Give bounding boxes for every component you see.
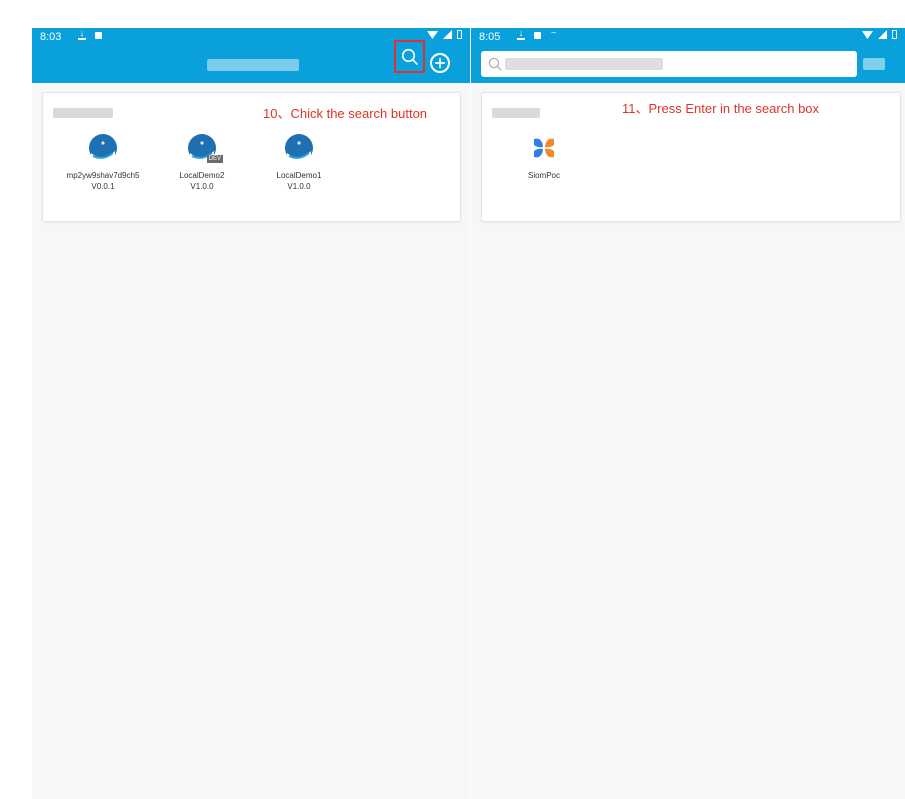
- app-version: V0.0.1: [91, 182, 115, 191]
- cancel-button[interactable]: [863, 58, 885, 70]
- group-title: [53, 108, 113, 118]
- app-version: V1.0.0: [287, 182, 311, 191]
- signal-icon: [443, 30, 452, 39]
- step-annotation: 11、Press Enter in the search box: [622, 101, 820, 116]
- app-name: LocalDemo1: [276, 171, 322, 180]
- app-name: mp2yw9shav7d9ch5: [66, 171, 140, 180]
- search-results-card: 11、Press Enter in the search box SiomPoc: [481, 92, 901, 222]
- status-bar: 8:05 ↓ ⌔: [471, 28, 905, 47]
- search-query-text: [505, 58, 663, 70]
- add-circle-icon: [435, 58, 445, 68]
- battery-icon: [892, 30, 897, 39]
- app-logo-icon: DEV: [187, 133, 223, 163]
- group-title: [492, 108, 540, 118]
- app-toolbar: [32, 40, 470, 83]
- wifi-icon: [427, 31, 438, 39]
- page-title: [207, 59, 299, 71]
- app-list-card: 10、Chick the search button mp2yw9shav7d9…: [42, 92, 461, 222]
- download-icon: ↓: [78, 28, 86, 40]
- step-annotation: 10、Chick the search button: [263, 106, 428, 121]
- right-screen: 8:05 ↓ ⌔ 11、Press Enter in the search bo…: [471, 28, 905, 799]
- app-name: SiomPoc: [527, 171, 560, 180]
- add-button[interactable]: [430, 53, 450, 73]
- siompoc-logo-icon: [529, 133, 559, 163]
- signal-icon: [878, 30, 887, 39]
- download-icon: ↓: [517, 28, 525, 40]
- app-version: V1.0.0: [190, 182, 214, 191]
- dev-badge: DEV: [206, 155, 223, 163]
- battery-icon: [457, 30, 462, 39]
- app-item[interactable]: DEV LocalDemo2 V1.0.0: [162, 133, 242, 192]
- app-logo-icon: [88, 133, 118, 163]
- search-button[interactable]: [394, 40, 425, 73]
- wifi-icon: [862, 31, 873, 39]
- app-name: LocalDemo2: [179, 171, 225, 180]
- search-icon: [401, 48, 418, 65]
- app-item[interactable]: LocalDemo1 V1.0.0: [259, 133, 339, 192]
- search-toolbar: [471, 47, 905, 83]
- left-screen: 8:03 ↓ 10、Chick the search button mp2yw9…: [32, 28, 470, 799]
- search-input[interactable]: [481, 51, 857, 77]
- notification-icon: [95, 31, 102, 39]
- search-icon: [488, 57, 502, 71]
- wifi-icon: ⌔: [550, 30, 558, 39]
- app-item[interactable]: SiomPoc: [504, 133, 584, 181]
- status-time: 8:03: [40, 31, 62, 43]
- status-time: 8:05: [479, 31, 501, 43]
- app-item[interactable]: mp2yw9shav7d9ch5 V0.0.1: [63, 133, 143, 192]
- app-logo-icon: [284, 133, 314, 163]
- notification-icon: [534, 31, 541, 39]
